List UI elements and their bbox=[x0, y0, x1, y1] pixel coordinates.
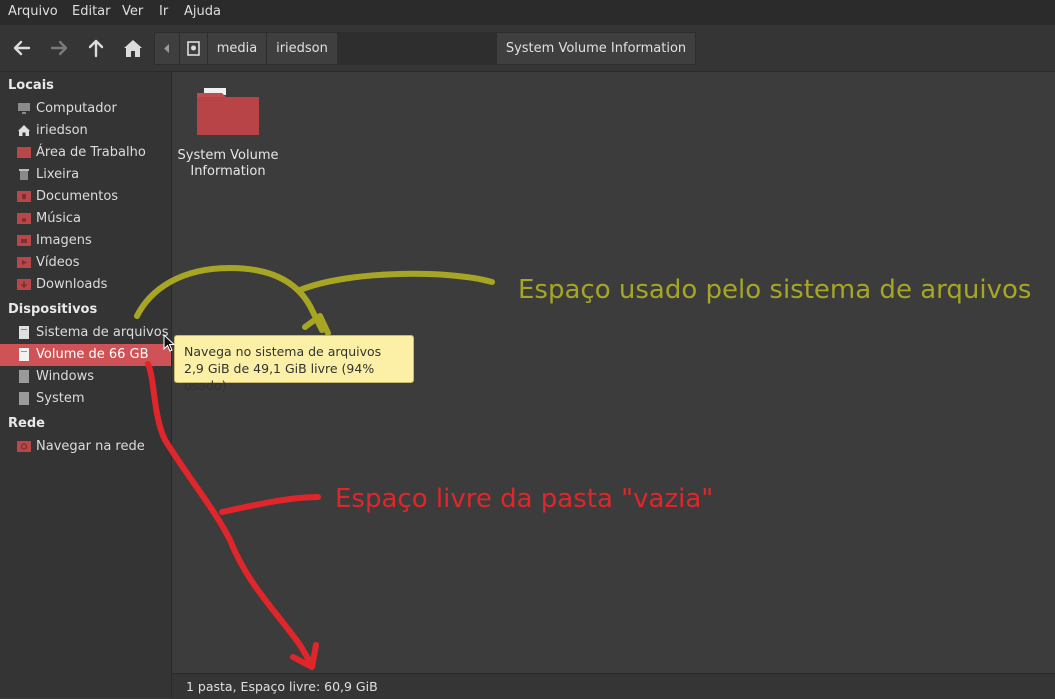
red-annotation-stroke bbox=[145, 361, 321, 670]
tooltip-line-1: Navega no sistema de arquivos bbox=[184, 344, 382, 359]
tooltip: Navega no sistema de arquivos 2,9 GiB de… bbox=[174, 335, 414, 393]
annotation-red-text: Espaço livre da pasta "vazia" bbox=[335, 484, 714, 514]
yellow-annotation-stroke bbox=[134, 265, 495, 336]
tooltip-line-2: 2,9 GiB de 49,1 GiB livre (94% usado) bbox=[184, 361, 375, 393]
cursor-icon bbox=[163, 334, 176, 352]
annotation-yellow-text: Espaço usado pelo sistema de arquivos bbox=[518, 275, 1032, 305]
annotation-strokes bbox=[134, 265, 495, 670]
